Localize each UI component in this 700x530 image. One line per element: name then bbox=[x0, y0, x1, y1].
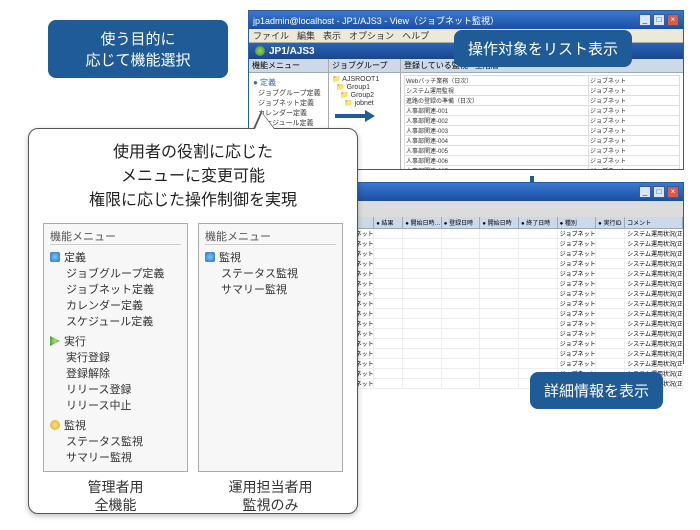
balloon-lead: メニューに変更可能 bbox=[43, 165, 343, 189]
menu-card-title: 機能メニュー bbox=[205, 228, 336, 245]
table-row[interactable]: 人事部関連-003ジョブネット bbox=[405, 126, 680, 136]
column-header[interactable]: ● 開始日時… bbox=[403, 217, 442, 228]
balloon-lead: 権限に応じた操作制御を実現 bbox=[43, 189, 343, 213]
list-pane: 登録している監視 - 全階層 Webバッチ業務（日次）ジョブネットシステム運用監… bbox=[401, 59, 683, 169]
menu-item[interactable]: 編集 bbox=[297, 29, 315, 42]
menu-item[interactable]: ジョブネット定義 bbox=[66, 281, 181, 297]
maximize-button[interactable]: □ bbox=[653, 186, 665, 198]
minimize-button[interactable]: _ bbox=[639, 186, 651, 198]
tree-item[interactable]: 📁 jobnet bbox=[344, 99, 397, 107]
group-label[interactable]: 監視 bbox=[219, 249, 241, 265]
menu-item[interactable]: 実行登録 bbox=[66, 349, 181, 365]
callout-detail: 詳細情報を表示 bbox=[530, 372, 663, 409]
menu-item[interactable]: サマリー監視 bbox=[221, 281, 336, 297]
pane-header: ジョブグループ bbox=[329, 59, 400, 73]
table-row[interactable]: システム運用監視ジョブネット bbox=[405, 86, 680, 96]
table-row[interactable]: 人事部関連-007ジョブネット bbox=[405, 166, 680, 170]
role-menu-balloon: 使用者の役割に応じた メニューに変更可能 権限に応じた操作制御を実現 機能メニュ… bbox=[28, 128, 358, 514]
callout-list: 操作対象をリスト表示 bbox=[454, 30, 632, 67]
column-header[interactable]: ● 登録日時 bbox=[442, 217, 481, 228]
group-label[interactable]: 実行 bbox=[64, 333, 86, 349]
titlebar[interactable]: jp1admin@localhost - JP1/AJS3 - View（ジョブ… bbox=[249, 11, 683, 29]
menu-item[interactable]: サマリー監視 bbox=[66, 449, 181, 465]
menu-item[interactable]: ヘルプ bbox=[402, 29, 429, 42]
menu-item[interactable]: ジョブネット定義 bbox=[258, 98, 325, 108]
menu-item[interactable]: ステータス監視 bbox=[221, 265, 336, 281]
maximize-button[interactable]: □ bbox=[653, 14, 665, 26]
menu-item[interactable]: 登録解除 bbox=[66, 365, 181, 381]
group-label[interactable]: ● 定義 bbox=[253, 77, 325, 88]
balloon-tail-icon bbox=[253, 111, 275, 129]
column-header[interactable]: ● 実行ID bbox=[596, 217, 625, 228]
table-row[interactable]: 人事部関連-001ジョブネット bbox=[405, 106, 680, 116]
group-icon bbox=[50, 336, 60, 346]
table-row[interactable]: Webバッチ業務（日次）ジョブネット bbox=[405, 76, 680, 86]
menu-card-title: 機能メニュー bbox=[50, 228, 181, 245]
group-icon bbox=[50, 420, 60, 430]
table-row[interactable]: 人事部関連-005ジョブネット bbox=[405, 146, 680, 156]
callout-purpose: 使う目的に 応じて機能選択 bbox=[48, 20, 228, 78]
close-button[interactable]: × bbox=[667, 186, 679, 198]
admin-caption: 管理者用 全機能 bbox=[43, 478, 188, 514]
menu-item[interactable]: リリース登録 bbox=[66, 381, 181, 397]
group-icon bbox=[205, 252, 215, 262]
menu-item[interactable]: 表示 bbox=[323, 29, 341, 42]
product-logo-icon bbox=[255, 46, 265, 56]
callout-text: 使う目的に bbox=[100, 28, 175, 49]
admin-menu-card: 機能メニュー 定義ジョブグループ定義ジョブネット定義カレンダー定義スケジュール定… bbox=[43, 223, 188, 472]
menu-item[interactable]: ステータス監視 bbox=[66, 433, 181, 449]
column-header[interactable]: ● 終了日時 bbox=[519, 217, 558, 228]
menu-item[interactable]: ジョブグループ定義 bbox=[66, 265, 181, 281]
arrow-icon bbox=[335, 114, 367, 118]
close-button[interactable]: × bbox=[667, 14, 679, 26]
minimize-button[interactable]: _ bbox=[639, 14, 651, 26]
menu-item[interactable]: ファイル bbox=[253, 29, 289, 42]
menu-item[interactable]: オプション bbox=[349, 29, 394, 42]
balloon-lead: 使用者の役割に応じた bbox=[43, 141, 343, 165]
table-row[interactable]: 進路の登録の準備（日次）ジョブネット bbox=[405, 96, 680, 106]
table-row[interactable]: 人事部関連-004ジョブネット bbox=[405, 136, 680, 146]
callout-text: 操作対象をリスト表示 bbox=[468, 38, 618, 59]
product-name: JP1/AJS3 bbox=[269, 46, 315, 57]
tree-item[interactable]: 📁 Group1 bbox=[336, 83, 397, 91]
operator-menu-card: 機能メニュー 監視ステータス監視サマリー監視 bbox=[198, 223, 343, 472]
group-label[interactable]: 定義 bbox=[64, 249, 86, 265]
tree-item[interactable]: 📁 AJSROOT1 bbox=[332, 75, 397, 83]
table-row[interactable]: 人事部関連-002ジョブネット bbox=[405, 116, 680, 126]
menu-item[interactable]: ジョブグループ定義 bbox=[258, 88, 325, 98]
group-label[interactable]: 監視 bbox=[64, 417, 86, 433]
callout-text: 応じて機能選択 bbox=[85, 49, 190, 70]
table-row[interactable]: 人事部関連-006ジョブネット bbox=[405, 156, 680, 166]
menu-item[interactable]: カレンダー定義 bbox=[66, 297, 181, 313]
pane-header: 機能メニュー bbox=[249, 59, 328, 73]
column-header[interactable]: ● 種別 bbox=[558, 217, 597, 228]
column-header[interactable]: ● 結果 bbox=[374, 217, 403, 228]
column-header[interactable]: ● 開始日時 bbox=[480, 217, 519, 228]
column-header[interactable]: コメント bbox=[625, 217, 683, 228]
callout-text: 詳細情報を表示 bbox=[544, 380, 649, 401]
menu-item[interactable]: リリース中止 bbox=[66, 397, 181, 413]
window-title: jp1admin@localhost - JP1/AJS3 - View（ジョブ… bbox=[253, 14, 499, 27]
menu-item[interactable]: スケジュール定義 bbox=[66, 313, 181, 329]
tree-item[interactable]: 📁 Group2 bbox=[340, 91, 397, 99]
operator-caption: 運用担当者用 監視のみ bbox=[198, 478, 343, 514]
group-icon bbox=[50, 252, 60, 262]
